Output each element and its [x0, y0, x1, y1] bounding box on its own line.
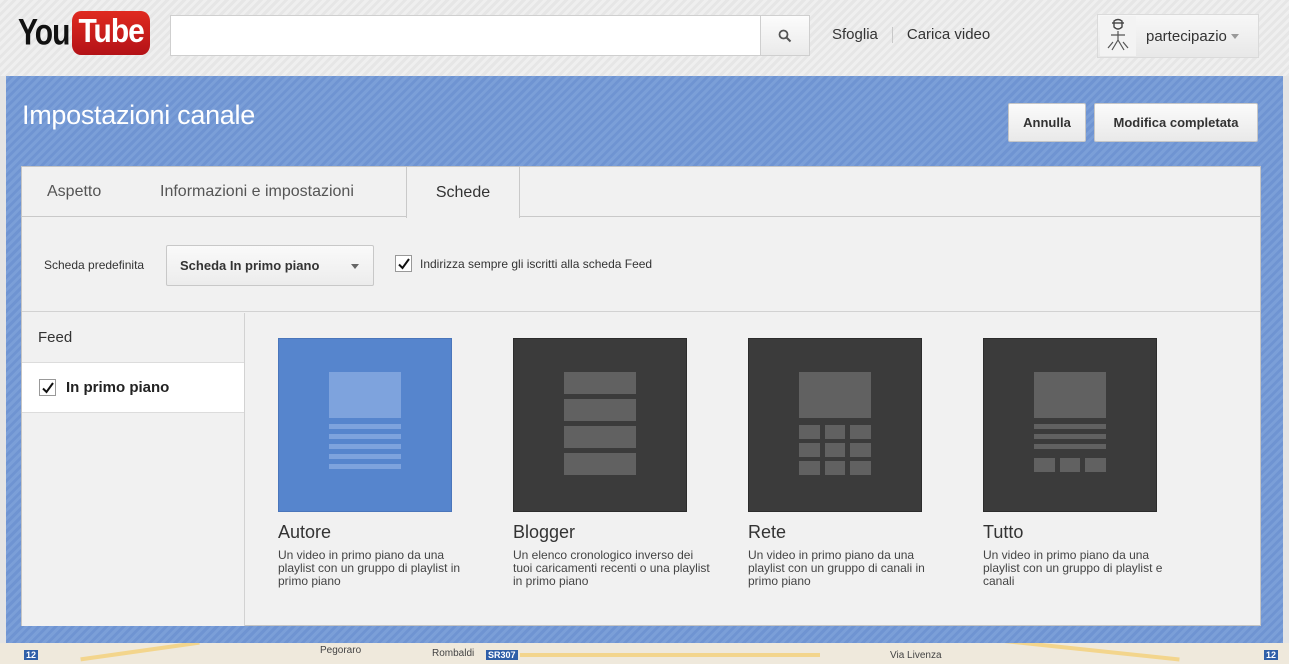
- redirect-feed-label: Indirizza sempre gli iscritti alla sched…: [420, 256, 653, 271]
- layout-title: Blogger: [513, 522, 576, 542]
- layout-description: Un video in primo piano da una playlist …: [983, 548, 1163, 588]
- page-title: Impostazioni canale: [22, 100, 255, 130]
- tab-bar: Aspetto Informazioni e impostazioni Sche…: [22, 167, 1260, 218]
- layout-description: Un elenco cronologico inverso dei tuoi c…: [513, 548, 710, 588]
- layout-description: Un video in primo piano da una playlist …: [278, 548, 461, 588]
- search-bar: [170, 15, 810, 56]
- network-layout-icon: [799, 372, 871, 475]
- tab-list-item-featured[interactable]: In primo piano: [22, 363, 244, 413]
- default-tab-value: Scheda In primo piano: [180, 258, 320, 273]
- default-tab-select[interactable]: Scheda In primo piano: [166, 245, 374, 286]
- map-route-shield: SR307: [486, 650, 518, 660]
- layout-thumb-network[interactable]: [748, 338, 922, 512]
- username: partecipazio: [1146, 27, 1227, 45]
- layout-card-blogger[interactable]: Blogger Un elenco cronologico inverso de…: [513, 338, 710, 588]
- map-road: [980, 643, 1180, 662]
- chevron-down-icon: [351, 264, 359, 269]
- map-label: Rombaldi: [432, 648, 475, 659]
- blogger-layout-icon: [564, 372, 636, 475]
- search-button[interactable]: [760, 15, 810, 56]
- search-icon: [778, 29, 792, 42]
- top-bar: You Tube Sfoglia Carica video partecipaz…: [0, 0, 1289, 76]
- settings-panel: Aspetto Informazioni e impostazioni Sche…: [21, 166, 1261, 626]
- nav-divider: [891, 26, 893, 43]
- avatar-sketch-icon: [1107, 18, 1129, 51]
- layout-title: Autore: [278, 522, 332, 542]
- layout-thumb-blogger[interactable]: [513, 338, 687, 512]
- avatar: [1100, 16, 1136, 56]
- map-background: 12 Pegoraro Rombaldi SR307 Via Livenza 1…: [0, 643, 1289, 664]
- map-route-badge: 12: [24, 650, 39, 660]
- browse-link[interactable]: Sfoglia: [832, 26, 878, 43]
- map-road: [520, 653, 820, 657]
- layout-thumb-creator[interactable]: [278, 338, 452, 512]
- layout-title: Rete: [748, 522, 787, 542]
- layout-description: Un video in primo piano da una playlist …: [748, 548, 925, 588]
- done-editing-button[interactable]: Modifica completata: [1094, 103, 1258, 142]
- redirect-feed-checkbox[interactable]: [395, 255, 412, 272]
- layout-card-creator[interactable]: Autore Un video in primo piano da una pl…: [278, 338, 460, 588]
- top-nav: Sfoglia Carica video: [832, 26, 990, 43]
- cancel-button[interactable]: Annulla: [1008, 103, 1086, 142]
- tab-list-item-feed[interactable]: Feed: [22, 313, 244, 363]
- search-input[interactable]: [170, 15, 760, 56]
- user-menu[interactable]: partecipazio: [1097, 14, 1259, 58]
- tab-tabs[interactable]: Schede: [406, 167, 520, 218]
- map-label: Pegoraro: [320, 645, 362, 656]
- logo-you: You: [18, 11, 70, 53]
- tab-list: Feed In primo piano: [22, 313, 245, 626]
- everything-layout-icon: [1034, 372, 1106, 472]
- layout-card-network[interactable]: Rete Un video in primo piano da una play…: [748, 338, 925, 588]
- featured-label: In primo piano: [66, 379, 170, 396]
- logo-tube: Tube: [72, 11, 150, 55]
- tab-info-settings[interactable]: Informazioni e impostazioni: [160, 167, 354, 217]
- featured-checkbox[interactable]: [39, 379, 56, 396]
- layout-title: Tutto: [983, 522, 1024, 542]
- layout-thumb-everything[interactable]: [983, 338, 1157, 512]
- default-tab-options: Scheda predefinita Scheda In primo piano…: [22, 218, 1260, 312]
- checkmark-icon: [41, 381, 54, 394]
- default-tab-label: Scheda predefinita: [44, 258, 145, 272]
- tab-appearance[interactable]: Aspetto: [47, 167, 101, 217]
- map-road: [80, 643, 200, 662]
- chevron-down-icon: [1230, 33, 1239, 39]
- map-route-badge: 12: [1264, 650, 1279, 660]
- map-label: Via Livenza: [890, 650, 942, 661]
- redirect-feed-option: Indirizza sempre gli iscritti alla sched…: [395, 255, 652, 272]
- checkmark-icon: [397, 257, 410, 270]
- creator-layout-icon: [329, 372, 401, 469]
- upload-link[interactable]: Carica video: [907, 26, 990, 43]
- layout-card-everything[interactable]: Tutto Un video in primo piano da una pla…: [983, 338, 1162, 588]
- youtube-logo[interactable]: You Tube: [18, 8, 150, 58]
